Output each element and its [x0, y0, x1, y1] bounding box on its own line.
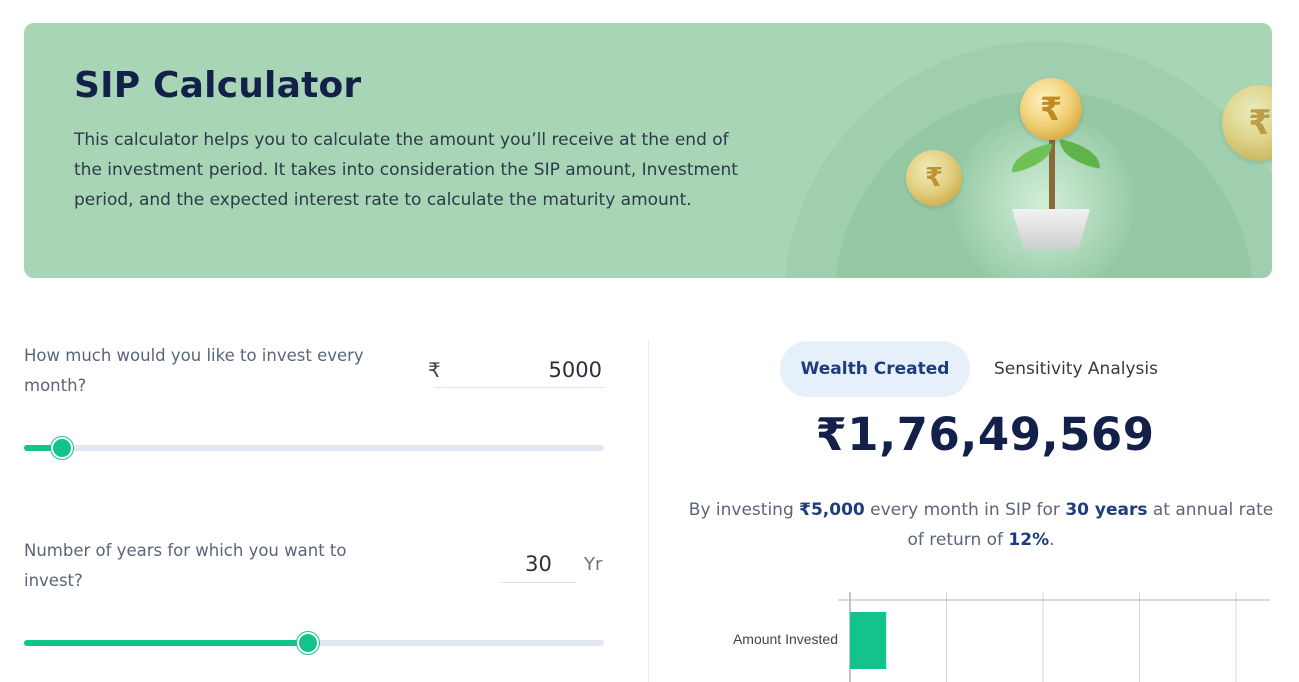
plant-pot-icon: [1012, 209, 1090, 249]
chart-category-label: Amount Invested: [733, 631, 838, 647]
summary-text: every month in SIP for: [864, 500, 1066, 520]
slider-thumb[interactable]: [50, 437, 73, 459]
summary-years: 30 years: [1065, 500, 1148, 520]
monthly-amount-slider[interactable]: [24, 437, 604, 459]
slider-thumb[interactable]: [297, 632, 320, 654]
hero-banner: SIP Calculator This calculator helps you…: [24, 23, 1272, 278]
monthly-amount-input[interactable]: [434, 352, 604, 388]
wealth-chart: Amount Invested: [733, 592, 1270, 682]
summary-amount: ₹5,000: [799, 500, 865, 520]
years-unit-label: Yr: [584, 554, 603, 575]
monthly-investment-label: How much would you like to invest every …: [24, 346, 364, 395]
tab-sensitivity-analysis[interactable]: Sensitivity Analysis: [978, 341, 1174, 397]
years-slider[interactable]: [24, 632, 604, 654]
summary-text: By investing: [688, 500, 800, 520]
summary-rate: 12%: [1008, 530, 1050, 550]
chart-bar: [850, 612, 887, 669]
rupee-coin-icon: ₹: [1020, 78, 1082, 140]
investment-summary: By investing ₹5,000 every month in SIP f…: [680, 495, 1282, 555]
maturity-amount: ₹1,76,49,569: [815, 408, 1155, 461]
slider-fill: [24, 640, 309, 646]
page-description: This calculator helps you to calculate t…: [74, 130, 738, 210]
investment-years-label: Number of years for which you want to in…: [24, 541, 347, 590]
summary-text: .: [1049, 530, 1055, 550]
page-title: SIP Calculator: [74, 65, 362, 106]
panel-divider: [648, 341, 649, 682]
years-input[interactable]: [501, 546, 576, 583]
rupee-coin-icon: ₹: [906, 150, 962, 206]
tab-wealth-created[interactable]: Wealth Created: [780, 341, 970, 397]
